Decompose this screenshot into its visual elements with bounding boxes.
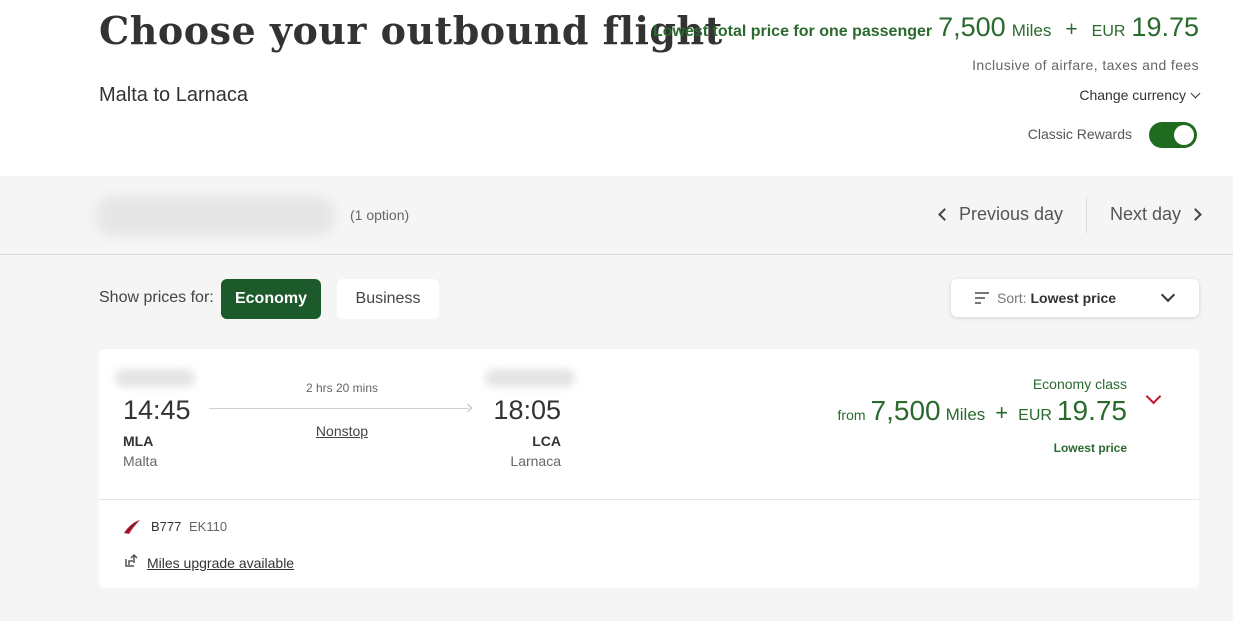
chevron-down-icon <box>1160 287 1176 303</box>
sort-icon <box>975 292 989 304</box>
fare-price[interactable]: from 7,500 Miles + EUR 19.75 <box>838 395 1127 427</box>
chevron-right-icon <box>1189 208 1202 221</box>
arrival-time: 18:05 <box>493 395 561 425</box>
nonstop-link[interactable]: Nonstop <box>249 423 435 439</box>
airline-logo-icon <box>124 520 140 534</box>
inclusive-note: Inclusive of airfare, taxes and fees <box>972 57 1199 73</box>
fare-amount: 19.75 <box>1056 395 1127 426</box>
fare-miles-unit: Miles <box>945 405 986 424</box>
fare-from: from <box>837 407 866 423</box>
fare-miles: 7,500 <box>870 395 941 426</box>
show-prices-label: Show prices for: <box>99 289 214 306</box>
lowest-price-miles: 7,500 <box>938 12 1006 42</box>
cabin-business-button[interactable]: Business <box>337 279 439 319</box>
plus-sign: + <box>1065 18 1078 41</box>
lowest-price-summary: Lowest total price for one passenger 7,5… <box>653 12 1199 43</box>
route-line <box>209 408 469 409</box>
toggle-knob <box>1174 125 1194 145</box>
lowest-price-tag: Lowest price <box>1053 441 1127 455</box>
fare-currency: EUR <box>1018 407 1052 424</box>
chevron-left-icon <box>938 208 951 221</box>
chevron-down-icon <box>1190 88 1201 98</box>
day-nav-divider <box>1086 197 1087 233</box>
fare-plus: + <box>995 400 1009 425</box>
cabin-economy-button[interactable]: Economy <box>221 279 321 319</box>
sort-label: Sort: <box>997 290 1027 306</box>
departure-date-blurred <box>115 369 195 387</box>
departure-code: MLA <box>123 433 154 449</box>
lowest-price-amount: 19.75 <box>1131 12 1199 42</box>
classic-rewards-label: Classic Rewards <box>1027 126 1132 142</box>
arrival-date-blurred <box>485 369 575 387</box>
classic-rewards-toggle[interactable] <box>1149 122 1197 148</box>
selected-date-blurred <box>95 196 335 236</box>
flight-card[interactable]: 14:45 MLA Malta 2 hrs 20 mins Nonstop 18… <box>99 349 1199 588</box>
miles-upgrade-link[interactable]: Miles upgrade available <box>147 555 294 571</box>
route-title: Malta to Larnaca <box>99 84 248 106</box>
sort-dropdown[interactable]: Sort: Lowest price <box>951 279 1199 317</box>
seat-upgrade-icon <box>125 553 138 567</box>
flight-number: EK110 <box>189 519 228 534</box>
fare-class: Economy class <box>1032 376 1127 392</box>
page-title: Choose your outbound flight <box>99 8 723 53</box>
arrival-city: Larnaca <box>510 453 561 469</box>
aircraft-type: B777 <box>151 519 182 534</box>
change-currency-label: Change currency <box>1079 87 1186 103</box>
card-divider <box>99 499 1199 500</box>
flight-duration: 2 hrs 20 mins <box>305 381 379 395</box>
lowest-price-label: Lowest total price for one passenger <box>652 23 933 40</box>
departure-time: 14:45 <box>123 395 191 425</box>
sort-text: Sort: Lowest price <box>997 290 1116 306</box>
next-day-label: Next day <box>1110 204 1182 224</box>
page-header: Choose your outbound flight Malta to Lar… <box>0 0 1233 176</box>
change-currency-button[interactable]: Change currency <box>1079 87 1201 103</box>
previous-day-label: Previous day <box>959 204 1064 224</box>
expand-fare-chevron-icon[interactable] <box>1145 388 1162 405</box>
sort-value: Lowest price <box>1030 290 1117 306</box>
aircraft-info: B777 EK110 <box>151 519 227 534</box>
currency-code: EUR <box>1091 23 1126 40</box>
arrival-code: LCA <box>532 433 561 449</box>
previous-day-button[interactable]: Previous day <box>938 204 1064 225</box>
options-count: (1 option) <box>350 207 410 223</box>
departure-city: Malta <box>123 453 158 469</box>
arrow-right-icon <box>463 403 473 413</box>
miles-unit: Miles <box>1011 21 1052 40</box>
next-day-button[interactable]: Next day <box>1110 204 1202 225</box>
